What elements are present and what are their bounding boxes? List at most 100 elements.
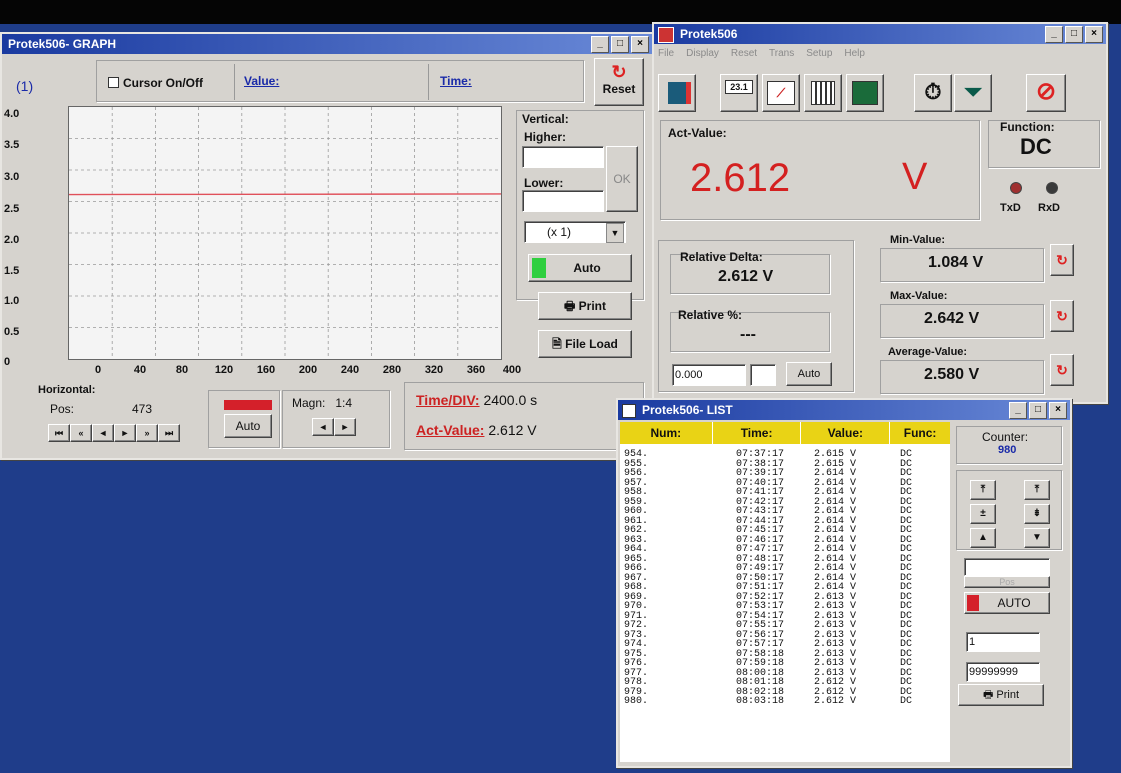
channel-label: (1)	[16, 78, 34, 94]
forward-button[interactable]: ►	[114, 424, 136, 442]
switch-panel-icon	[811, 81, 835, 105]
scale-select[interactable]: (x 1) ▼	[524, 221, 626, 243]
graph-minimize-button[interactable]: _	[591, 36, 609, 53]
desktop-top-band	[0, 0, 1121, 24]
fast-back-button[interactable]: «	[70, 424, 92, 442]
main-titlebar[interactable]: Protek506 _ □ ×	[654, 24, 1106, 44]
first-button[interactable]: ⏮	[48, 424, 70, 442]
vertical-auto-button[interactable]: Auto	[528, 254, 632, 282]
series-line	[69, 193, 501, 196]
x-tick-label: 360	[466, 364, 486, 376]
list-print-button[interactable]: 🖶 Print	[958, 684, 1044, 706]
list-to-input[interactable]: 99999999	[966, 662, 1040, 682]
ok-button[interactable]: OK	[606, 146, 638, 212]
list-auto-button[interactable]: AUTO	[964, 592, 1050, 614]
list-pos-button[interactable]: Pos	[964, 576, 1050, 588]
last-button[interactable]: ⏭	[158, 424, 180, 442]
list-minimize-button[interactable]: _	[1009, 402, 1027, 419]
graph-titlebar[interactable]: Protek506- GRAPH _ □ ×	[2, 34, 652, 54]
list-row[interactable]: 980. 08:03:18 2.612 V DC	[620, 697, 950, 707]
fast-forward-button[interactable]: »	[136, 424, 158, 442]
main-close-button[interactable]: ×	[1085, 26, 1103, 43]
digital-display-button[interactable]: 23.1	[720, 74, 758, 112]
analog-meter-button[interactable]: ⟋	[762, 74, 800, 112]
list-table[interactable]: Num: Time: Value: Func: 954. 07:37:17 2.61…	[620, 422, 950, 762]
list-maximize-button[interactable]: □	[1029, 402, 1047, 419]
header-func[interactable]: Func:	[890, 422, 950, 444]
list-close-button[interactable]: ×	[1049, 402, 1067, 419]
header-num[interactable]: Num:	[620, 422, 713, 444]
stop-button[interactable]: ⊘	[1026, 74, 1066, 112]
graph-plot[interactable]	[68, 106, 502, 360]
list-pos-input[interactable]	[964, 558, 1050, 576]
graph-close-button[interactable]: ×	[631, 36, 649, 53]
cursor-checkbox[interactable]	[108, 77, 119, 88]
connect-button[interactable]	[658, 74, 696, 112]
offset-unit-input[interactable]	[750, 364, 776, 386]
menu-trans[interactable]: Trans	[769, 48, 794, 59]
higher-input[interactable]	[522, 146, 604, 168]
reset-button[interactable]: ↻ Reset	[594, 58, 644, 106]
menu-bar: File Display Reset Trans Setup Help	[658, 48, 865, 59]
rxd-led	[1046, 182, 1058, 194]
print-button[interactable]: 🖶 Print	[538, 292, 632, 320]
printer-icon: 🖶	[563, 299, 579, 313]
time-label: Time:	[440, 74, 472, 88]
list-titlebar[interactable]: Protek506- LIST _ □ ×	[618, 400, 1070, 420]
menu-setup[interactable]: Setup	[806, 48, 832, 59]
act-value-display: 2.612	[690, 156, 791, 200]
act-value-label: Act-Value:	[668, 126, 727, 140]
relative-auto-button[interactable]: Auto	[786, 362, 832, 386]
y-tick-label: 1.5	[4, 265, 20, 277]
timer-button[interactable]: ⏱	[914, 74, 952, 112]
list-page-up-button[interactable]: ⤒	[1024, 480, 1050, 500]
x-tick-label: 320	[424, 364, 444, 376]
function-label: Function:	[1000, 120, 1055, 134]
back-button[interactable]: ◄	[92, 424, 114, 442]
file-load-button[interactable]: 🗎 File Load	[538, 330, 632, 358]
menu-file[interactable]: File	[658, 48, 674, 59]
max-reset-button[interactable]: ↻	[1050, 300, 1074, 332]
h-auto-button[interactable]: Auto	[224, 414, 272, 438]
main-minimize-button[interactable]: _	[1045, 26, 1063, 43]
graph-maximize-button[interactable]: □	[611, 36, 629, 53]
magn-right-button[interactable]: ►	[334, 418, 356, 436]
min-reset-button[interactable]: ↻	[1050, 244, 1074, 276]
cursor-label: Cursor On/Off	[123, 76, 203, 90]
list-app-icon	[622, 404, 636, 418]
menu-display[interactable]: Display	[686, 48, 719, 59]
lower-input[interactable]	[522, 190, 604, 212]
header-time[interactable]: Time:	[713, 422, 802, 444]
offset-input[interactable]: 0.000	[672, 364, 746, 386]
filter-icon: ⏷	[964, 79, 982, 104]
list-top-button[interactable]: ⤒	[970, 480, 996, 500]
list-down-button[interactable]: ▼	[1024, 528, 1050, 548]
menu-help[interactable]: Help	[844, 48, 865, 59]
graph-view-icon	[852, 81, 878, 105]
list-page-down-button[interactable]: ⇟	[1024, 504, 1050, 524]
list-from-input[interactable]: 1	[966, 632, 1040, 652]
row-func: DC	[900, 696, 913, 707]
list-up-button[interactable]: ▲	[970, 528, 996, 548]
switch-panel-button[interactable]	[804, 74, 842, 112]
graph-view-button[interactable]	[846, 74, 884, 112]
header-value[interactable]: Value:	[801, 422, 891, 444]
filter-button[interactable]: ⏷	[954, 74, 992, 112]
divider	[234, 64, 235, 100]
cursor-toggle[interactable]: Cursor On/Off	[108, 76, 203, 90]
graph-act-value: Act-Value: 2.612 V	[416, 422, 537, 438]
relative-delta-label: Relative Delta:	[680, 250, 763, 264]
time-div: Time/DIV: 2400.0 s	[416, 392, 537, 408]
protek-main-window: Protek506 _ □ × File Display Reset Trans…	[652, 22, 1108, 404]
magn-left-button[interactable]: ◄	[312, 418, 334, 436]
menu-reset[interactable]: Reset	[731, 48, 757, 59]
main-maximize-button[interactable]: □	[1065, 26, 1083, 43]
pos-value: 473	[132, 402, 153, 416]
list-step-button[interactable]: ±	[970, 504, 996, 524]
chevron-down-icon[interactable]: ▼	[606, 223, 624, 243]
list-window: Protek506- LIST _ □ × Num: Time: Value: …	[616, 398, 1072, 768]
x-tick-label: 400	[502, 364, 522, 376]
list-window-title: Protek506- LIST	[642, 403, 733, 417]
x-tick-label: 40	[133, 364, 147, 376]
avg-reset-button[interactable]: ↻	[1050, 354, 1074, 386]
